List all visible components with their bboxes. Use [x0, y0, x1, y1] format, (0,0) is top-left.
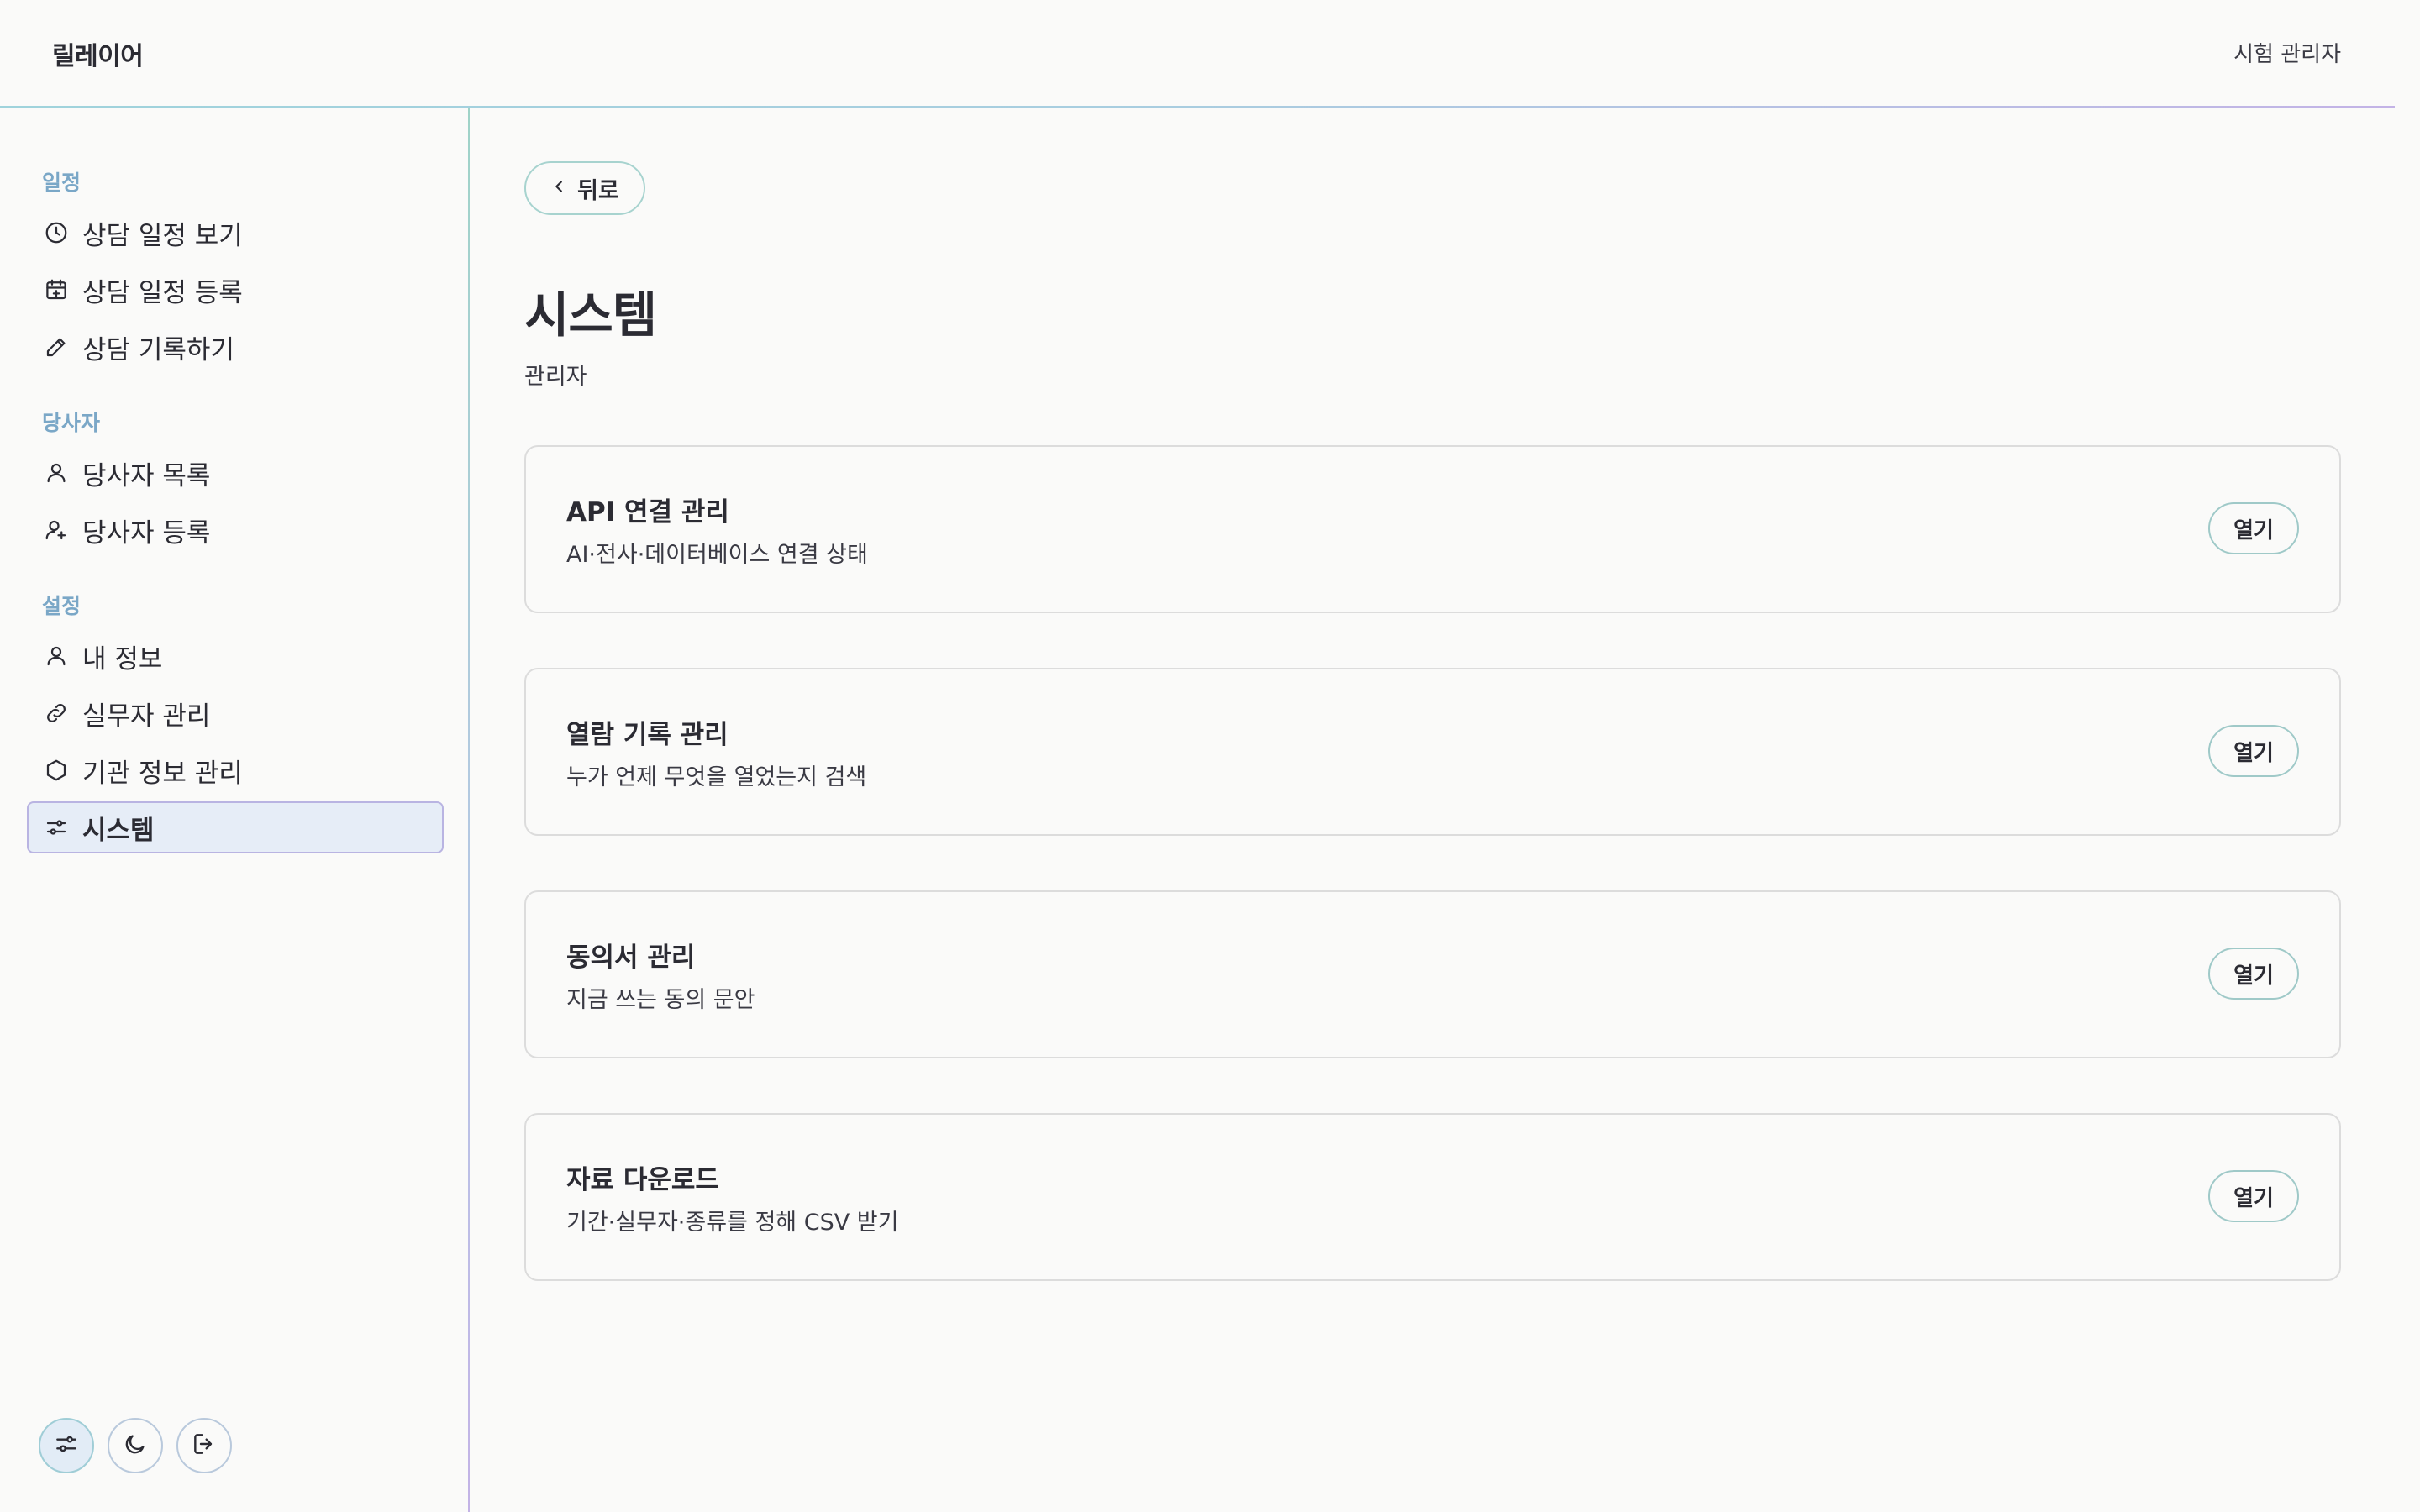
- link-icon: [42, 699, 71, 727]
- sidebar-item-write-record[interactable]: 상담 기록하기: [27, 321, 444, 373]
- sidebar-item-client-register[interactable]: 당사자 등록: [27, 504, 444, 556]
- card-title: 자료 다운로드: [566, 1165, 719, 1195]
- settings-button[interactable]: [39, 1418, 94, 1473]
- pencil-icon: [42, 333, 71, 361]
- sidebar-item-my-info[interactable]: 내 정보: [27, 630, 444, 682]
- page-subtitle: 관리자: [524, 364, 587, 390]
- card-consent-forms: 동의서 관리 지금 쓰는 동의 문안 열기: [524, 890, 2341, 1058]
- sliders-icon: [53, 1431, 80, 1461]
- back-button[interactable]: 뒤로: [524, 161, 645, 215]
- calendar-plus-icon: [42, 276, 71, 304]
- sidebar-item-label: 시스템: [82, 815, 155, 846]
- sidebar-item-system[interactable]: 시스템: [27, 801, 444, 853]
- user-icon: [42, 459, 71, 487]
- card-description: 누가 언제 무엇을 열었는지 검색: [566, 764, 867, 790]
- open-button[interactable]: 열기: [2208, 725, 2299, 777]
- card-data-download: 자료 다운로드 기간·실무자·종류를 정해 CSV 받기 열기: [524, 1113, 2341, 1281]
- card-description: AI·전사·데이터베이스 연결 상태: [566, 542, 868, 568]
- sidebar-item-view-schedule[interactable]: 상담 일정 보기: [27, 207, 444, 259]
- section-label-schedule: 일정: [42, 171, 82, 195]
- chevron-left-icon: [550, 177, 569, 199]
- page-title: 시스템: [524, 286, 657, 344]
- brand-logo[interactable]: 릴레이어: [52, 35, 144, 72]
- hexagon-icon: [42, 756, 71, 785]
- card-title: 동의서 관리: [566, 942, 696, 973]
- sidebar-item-client-list[interactable]: 당사자 목록: [27, 447, 444, 499]
- logout-button[interactable]: [176, 1418, 232, 1473]
- sidebar-item-label: 내 정보: [82, 643, 163, 675]
- open-button[interactable]: 열기: [2208, 502, 2299, 554]
- open-button[interactable]: 열기: [2208, 948, 2299, 1000]
- sidebar-item-label: 당사자 목록: [82, 460, 211, 491]
- card-title: API 연결 관리: [566, 497, 729, 528]
- sidebar-item-label: 상담 일정 보기: [82, 220, 243, 251]
- back-button-label: 뒤로: [577, 177, 619, 204]
- card-access-logs: 열람 기록 관리 누가 언제 무엇을 열었는지 검색 열기: [524, 668, 2341, 836]
- sidebar-item-register-schedule[interactable]: 상담 일정 등록: [27, 264, 444, 316]
- sidebar-item-staff-management[interactable]: 실무자 관리: [27, 687, 444, 739]
- sidebar-item-label: 당사자 등록: [82, 517, 211, 549]
- sidebar-item-label: 기관 정보 관리: [82, 758, 243, 789]
- sidebar-item-org-info[interactable]: 기관 정보 관리: [27, 744, 444, 796]
- sidebar-item-label: 실무자 관리: [82, 701, 211, 732]
- card-title: 열람 기록 관리: [566, 720, 729, 750]
- logout-icon: [191, 1431, 218, 1461]
- top-bar: 릴레이어 시험 관리자: [0, 0, 2420, 108]
- moon-icon: [122, 1431, 149, 1461]
- section-label-settings: 설정: [42, 594, 82, 618]
- section-label-clients: 당사자: [42, 411, 101, 435]
- sidebar-bottom-actions: [39, 1418, 232, 1473]
- card-description: 지금 쓰는 동의 문안: [566, 987, 755, 1013]
- open-button[interactable]: 열기: [2208, 1170, 2299, 1222]
- clock-icon: [42, 218, 71, 247]
- sidebar-divider: [468, 108, 470, 1512]
- current-user[interactable]: 시험 관리자: [2233, 37, 2341, 68]
- user-icon: [42, 642, 71, 670]
- card-description: 기간·실무자·종류를 정해 CSV 받기: [566, 1210, 899, 1236]
- sidebar-item-label: 상담 일정 등록: [82, 277, 243, 308]
- dark-mode-button[interactable]: [108, 1418, 163, 1473]
- sidebar-item-label: 상담 기록하기: [82, 334, 234, 365]
- user-plus-icon: [42, 516, 71, 544]
- sliders-icon: [42, 813, 71, 842]
- card-api-connections: API 연결 관리 AI·전사·데이터베이스 연결 상태 열기: [524, 445, 2341, 613]
